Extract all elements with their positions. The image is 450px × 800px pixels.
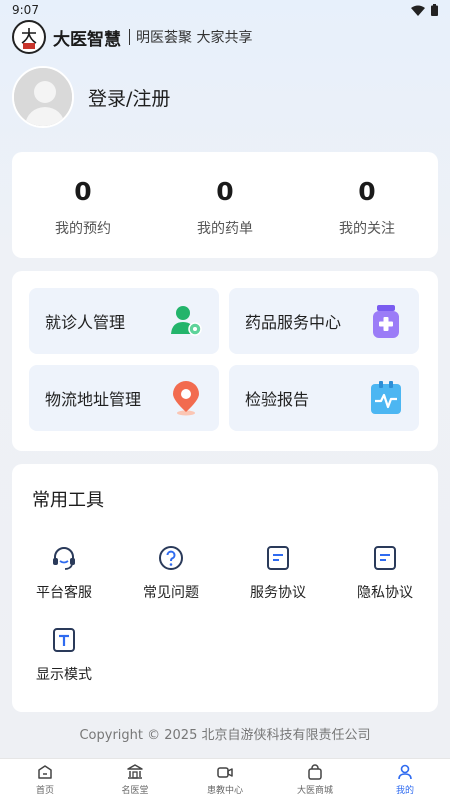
question-icon — [159, 546, 183, 570]
logo-seal-icon — [15, 23, 43, 51]
brand-header: 大医智慧 明医荟聚 大家共享 — [12, 20, 252, 54]
tab-home[interactable]: 首页 — [0, 759, 90, 800]
service-address-management[interactable]: 物流地址管理 — [29, 365, 219, 431]
tab-label: 大医商城 — [296, 786, 333, 796]
login-register-link[interactable]: 登录/注册 — [88, 84, 170, 111]
service-lab-report[interactable]: 检验报告 — [229, 365, 419, 431]
tab-patient-education[interactable]: 患教中心 — [180, 759, 270, 800]
home-icon — [38, 765, 52, 779]
tool-service-agreement[interactable]: 服务协议 — [238, 544, 318, 602]
document-icon — [267, 546, 289, 570]
video-icon — [217, 767, 233, 778]
stat-label: 我的预约 — [55, 220, 111, 237]
tool-label: 服务协议 — [250, 585, 306, 601]
brand-divider — [129, 29, 130, 45]
brand-logo — [12, 20, 46, 54]
document-icon — [374, 546, 396, 570]
tab-label: 患教中心 — [206, 786, 243, 796]
report-chart-icon — [371, 381, 401, 414]
tools-card: 常用工具 平台客服 常见问题 服务协议 隐私协议 显示模式 — [12, 464, 438, 712]
service-label: 药品服务中心 — [245, 313, 342, 332]
service-label: 物流地址管理 — [45, 390, 142, 409]
status-time: 9:07 — [12, 3, 39, 17]
services-card: 就诊人管理 药品服务中心 物流地址管理 检验报告 — [12, 271, 438, 451]
stat-prescriptions[interactable]: 0 我的药单 — [154, 152, 296, 258]
copyright-text: Copyright © 2025 北京自游侠科技有限责任公司 — [79, 728, 371, 743]
tab-label: 首页 — [35, 786, 54, 796]
location-pin-icon — [173, 381, 199, 416]
tab-mine[interactable]: 我的 — [360, 759, 450, 800]
status-bar: 9:07 — [0, 0, 450, 20]
shopping-bag-icon — [308, 764, 322, 780]
service-label: 检验报告 — [245, 390, 310, 409]
tool-customer-service[interactable]: 平台客服 — [24, 544, 104, 602]
tab-mall[interactable]: 大医商城 — [270, 759, 360, 800]
battery-icon — [431, 4, 438, 16]
tab-label: 名医堂 — [121, 786, 149, 796]
medicine-bottle-icon — [373, 305, 399, 338]
stat-label: 我的药单 — [197, 220, 253, 237]
user-icon — [398, 764, 412, 780]
stat-value: 0 — [358, 176, 376, 206]
tool-faq[interactable]: 常见问题 — [131, 544, 211, 602]
stat-value: 0 — [216, 176, 234, 206]
avatar[interactable] — [12, 66, 74, 128]
wifi-icon — [411, 5, 425, 16]
default-avatar-icon — [14, 68, 72, 126]
tool-display-mode[interactable]: 显示模式 — [24, 626, 104, 684]
text-mode-icon — [53, 628, 75, 652]
stat-follows[interactable]: 0 我的关注 — [296, 152, 438, 258]
tool-label: 显示模式 — [36, 667, 92, 683]
stats-card: 0 我的预约 0 我的药单 0 我的关注 — [12, 152, 438, 258]
stat-value: 0 — [74, 176, 92, 206]
hall-icon — [127, 764, 143, 779]
patient-manage-icon — [171, 306, 202, 336]
status-icons — [411, 4, 438, 16]
profile-section[interactable]: 登录/注册 — [12, 66, 170, 128]
service-patient-management[interactable]: 就诊人管理 — [29, 288, 219, 354]
tool-label: 隐私协议 — [357, 585, 413, 601]
headset-icon — [53, 547, 75, 570]
tool-label: 平台客服 — [36, 585, 92, 601]
brand-name: 大医智慧 — [53, 29, 121, 50]
tools-title: 常用工具 — [32, 490, 104, 511]
tab-label: 我的 — [395, 786, 414, 796]
tool-privacy-agreement[interactable]: 隐私协议 — [345, 544, 425, 602]
service-label: 就诊人管理 — [45, 313, 126, 332]
services-grid: 就诊人管理 药品服务中心 物流地址管理 检验报告 — [29, 288, 421, 431]
bottom-tab-bar: 首页 名医堂 患教中心 大医商城 我的 — [0, 758, 450, 800]
stat-appointments[interactable]: 0 我的预约 — [12, 152, 154, 258]
stat-label: 我的关注 — [339, 220, 395, 237]
tab-famous-doctors[interactable]: 名医堂 — [90, 759, 180, 800]
brand-slogan: 明医荟聚 大家共享 — [136, 30, 253, 46]
tool-label: 常见问题 — [143, 585, 199, 601]
service-medicine-center[interactable]: 药品服务中心 — [229, 288, 419, 354]
